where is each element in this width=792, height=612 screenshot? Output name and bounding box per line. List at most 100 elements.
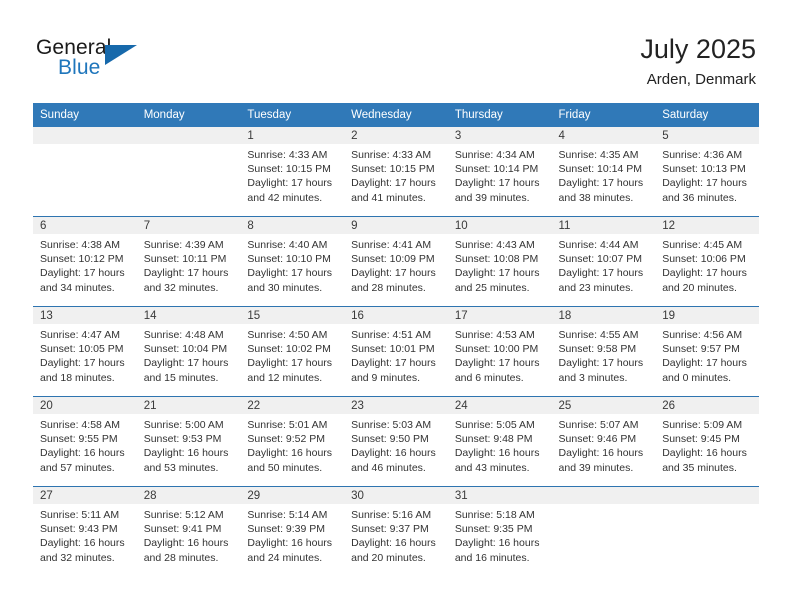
day-detail-line: Sunset: 9:48 PM <box>454 433 533 446</box>
day-detail-line: Sunset: 10:12 PM <box>40 253 124 266</box>
day-details: Sunrise: 4:44 AM Sunset: 10:07 PM Daylight… <box>552 234 656 295</box>
calendar-week-row: 1 Sunrise: 4:33 AM Sunset: 10:15 PM Dayligh… <box>33 127 759 217</box>
calendar-week-row: 27 Sunrise: 5:11 AM Sunset: 9:43 PM Dayligh… <box>33 486 759 576</box>
day-number: 18 <box>551 307 656 324</box>
day-details: Sunrise: 4:41 AM Sunset: 10:09 PM Daylight… <box>344 234 448 295</box>
day-detail-line: Sunrise: 5:03 AM <box>351 419 432 431</box>
calendar-day-cell[interactable]: 25 Sunrise: 5:07 AM Sunset: 9:46 PM Dayligh… <box>551 396 656 487</box>
calendar-day-cell[interactable]: 26 Sunrise: 5:09 AM Sunset: 9:45 PM Dayligh… <box>655 396 759 487</box>
calendar-day-cell[interactable]: 11 Sunrise: 4:44 AM Sunset: 10:07 PM Daylig… <box>551 216 656 307</box>
calendar-day-cell[interactable]: 15 Sunrise: 4:50 AM Sunset: 10:02 PM Daylig… <box>240 306 345 397</box>
day-detail-line: and 32 minutes. <box>143 281 219 294</box>
day-details: Sunrise: 4:47 AM Sunset: 10:05 PM Daylight… <box>33 324 137 385</box>
calendar-day-cell[interactable]: 5 Sunrise: 4:36 AM Sunset: 10:13 PM Dayligh… <box>655 127 759 217</box>
day-detail-line: Sunrise: 4:48 AM <box>143 329 224 341</box>
day-number: 23 <box>344 397 448 414</box>
day-detail-line: Sunrise: 5:12 AM <box>143 509 224 521</box>
calendar-day-cell[interactable]: 14 Sunrise: 4:48 AM Sunset: 10:04 PM Daylig… <box>136 306 241 397</box>
day-detail-line: Sunrise: 4:44 AM <box>558 239 639 251</box>
day-detail-line: and 36 minutes. <box>662 191 737 204</box>
day-number: 3 <box>447 127 552 144</box>
day-details <box>655 504 759 508</box>
day-number: 2 <box>344 127 448 144</box>
page-header: General Blue July 2025 Arden, Denmark <box>0 0 792 103</box>
day-details: Sunrise: 4:34 AM Sunset: 10:14 PM Daylight… <box>448 144 552 205</box>
day-detail-line: Sunrise: 5:16 AM <box>351 509 432 521</box>
calendar-day-cell[interactable]: 18 Sunrise: 4:55 AM Sunset: 9:58 PM Dayligh… <box>551 306 656 397</box>
day-details: Sunrise: 5:01 AM Sunset: 9:52 PM Daylight:… <box>240 414 344 475</box>
day-number: 16 <box>344 307 448 324</box>
day-detail-line: Sunrise: 5:09 AM <box>662 419 743 431</box>
day-number: 10 <box>447 217 552 234</box>
day-detail-line: Daylight: 16 hours <box>143 537 229 550</box>
calendar-day-cell[interactable]: 23 Sunrise: 5:03 AM Sunset: 9:50 PM Dayligh… <box>344 396 448 487</box>
calendar-day-cell[interactable]: 16 Sunrise: 4:51 AM Sunset: 10:01 PM Daylig… <box>344 306 448 397</box>
day-detail-line: Sunrise: 4:34 AM <box>454 149 535 161</box>
day-details: Sunrise: 5:11 AM Sunset: 9:43 PM Daylight:… <box>33 504 137 565</box>
day-number: 22 <box>240 397 345 414</box>
day-detail-line: Sunrise: 4:58 AM <box>40 419 120 431</box>
calendar-day-cell[interactable]: 4 Sunrise: 4:35 AM Sunset: 10:14 PM Dayligh… <box>551 127 656 217</box>
day-detail-line: Daylight: 17 hours <box>40 357 125 370</box>
calendar-day-cell[interactable]: 22 Sunrise: 5:01 AM Sunset: 9:52 PM Dayligh… <box>240 396 345 487</box>
day-details: Sunrise: 5:00 AM Sunset: 9:53 PM Daylight:… <box>137 414 241 475</box>
day-number: 5 <box>655 127 759 144</box>
day-detail-line: and 0 minutes. <box>662 371 732 384</box>
day-detail-line: Sunrise: 4:38 AM <box>40 239 120 251</box>
day-detail-line: Daylight: 17 hours <box>454 177 540 190</box>
day-detail-line: Sunset: 10:10 PM <box>247 253 331 266</box>
day-detail-line: Daylight: 17 hours <box>662 357 747 370</box>
day-detail-line: Sunset: 9:45 PM <box>662 433 740 446</box>
calendar-day-cell[interactable]: 2 Sunrise: 4:33 AM Sunset: 10:15 PM Dayligh… <box>344 127 448 217</box>
weekday-header-tuesday: Tuesday <box>240 103 345 127</box>
day-detail-line: and 53 minutes. <box>143 461 219 474</box>
day-detail-line: Sunset: 9:35 PM <box>454 523 533 536</box>
calendar-day-cell[interactable]: 3 Sunrise: 4:34 AM Sunset: 10:14 PM Dayligh… <box>447 127 552 217</box>
calendar-day-cell[interactable]: 9 Sunrise: 4:41 AM Sunset: 10:09 PM Dayligh… <box>344 216 448 307</box>
calendar-day-cell[interactable]: 28 Sunrise: 5:12 AM Sunset: 9:41 PM Dayligh… <box>136 486 241 576</box>
calendar-day-cell[interactable]: 12 Sunrise: 4:45 AM Sunset: 10:06 PM Daylig… <box>655 216 759 307</box>
calendar-day-cell-empty <box>551 486 656 576</box>
day-number: 25 <box>551 397 656 414</box>
day-detail-line: and 18 minutes. <box>40 371 115 384</box>
calendar-day-cell[interactable]: 20 Sunrise: 4:58 AM Sunset: 9:55 PM Dayligh… <box>33 396 137 487</box>
calendar-day-cell[interactable]: 1 Sunrise: 4:33 AM Sunset: 10:15 PM Dayligh… <box>240 127 345 217</box>
day-detail-line: Sunset: 10:06 PM <box>662 253 746 266</box>
day-details: Sunrise: 4:40 AM Sunset: 10:10 PM Daylight… <box>240 234 344 295</box>
day-detail-line: and 57 minutes. <box>40 461 115 474</box>
calendar-day-cell[interactable]: 8 Sunrise: 4:40 AM Sunset: 10:10 PM Dayligh… <box>240 216 345 307</box>
day-detail-line: Sunset: 10:07 PM <box>558 253 642 266</box>
calendar-body: 1 Sunrise: 4:33 AM Sunset: 10:15 PM Dayligh… <box>33 127 759 576</box>
day-detail-line: Daylight: 17 hours <box>558 177 644 190</box>
page-title: July 2025 <box>640 34 756 64</box>
calendar-day-cell[interactable]: 7 Sunrise: 4:39 AM Sunset: 10:11 PM Dayligh… <box>136 216 241 307</box>
day-number: 31 <box>447 487 552 504</box>
day-detail-line: and 23 minutes. <box>558 281 634 294</box>
day-detail-line: Sunset: 9:39 PM <box>247 523 326 536</box>
weekday-headers: Sunday Monday Tuesday Wednesday Thursday Frid… <box>33 103 759 127</box>
day-detail-line: Sunset: 10:14 PM <box>558 163 642 176</box>
calendar-day-cell[interactable]: 10 Sunrise: 4:43 AM Sunset: 10:08 PM Daylig… <box>447 216 552 307</box>
day-detail-line: Daylight: 17 hours <box>351 357 436 370</box>
calendar-day-cell[interactable]: 30 Sunrise: 5:16 AM Sunset: 9:37 PM Dayligh… <box>344 486 448 576</box>
day-detail-line: Sunset: 10:14 PM <box>454 163 539 176</box>
day-detail-line: Sunrise: 4:53 AM <box>454 329 535 341</box>
calendar-day-cell[interactable]: 19 Sunrise: 4:56 AM Sunset: 9:57 PM Dayligh… <box>655 306 759 397</box>
calendar-day-cell[interactable]: 13 Sunrise: 4:47 AM Sunset: 10:05 PM Daylig… <box>33 306 137 397</box>
day-details: Sunrise: 4:45 AM Sunset: 10:06 PM Daylight… <box>655 234 759 295</box>
weekday-header-wednesday: Wednesday <box>344 103 448 127</box>
calendar-day-cell[interactable]: 31 Sunrise: 5:18 AM Sunset: 9:35 PM Dayligh… <box>447 486 552 576</box>
day-detail-line: Daylight: 16 hours <box>454 537 540 550</box>
day-detail-line: Sunrise: 4:40 AM <box>247 239 328 251</box>
day-detail-line: and 20 minutes. <box>351 551 426 564</box>
day-detail-line: Sunrise: 4:51 AM <box>351 329 432 341</box>
day-number: 19 <box>655 307 759 324</box>
calendar-day-cell[interactable]: 6 Sunrise: 4:38 AM Sunset: 10:12 PM Dayligh… <box>33 216 137 307</box>
calendar-day-cell[interactable]: 29 Sunrise: 5:14 AM Sunset: 9:39 PM Dayligh… <box>240 486 345 576</box>
calendar-day-cell[interactable]: 27 Sunrise: 5:11 AM Sunset: 9:43 PM Dayligh… <box>33 486 137 576</box>
calendar-day-cell[interactable]: 17 Sunrise: 4:53 AM Sunset: 10:00 PM Daylig… <box>447 306 552 397</box>
logo-text-blue: Blue <box>58 56 101 79</box>
calendar-day-cell[interactable]: 24 Sunrise: 5:05 AM Sunset: 9:48 PM Dayligh… <box>447 396 552 487</box>
calendar-day-cell[interactable]: 21 Sunrise: 5:00 AM Sunset: 9:53 PM Dayligh… <box>136 396 241 487</box>
day-number <box>136 127 241 144</box>
